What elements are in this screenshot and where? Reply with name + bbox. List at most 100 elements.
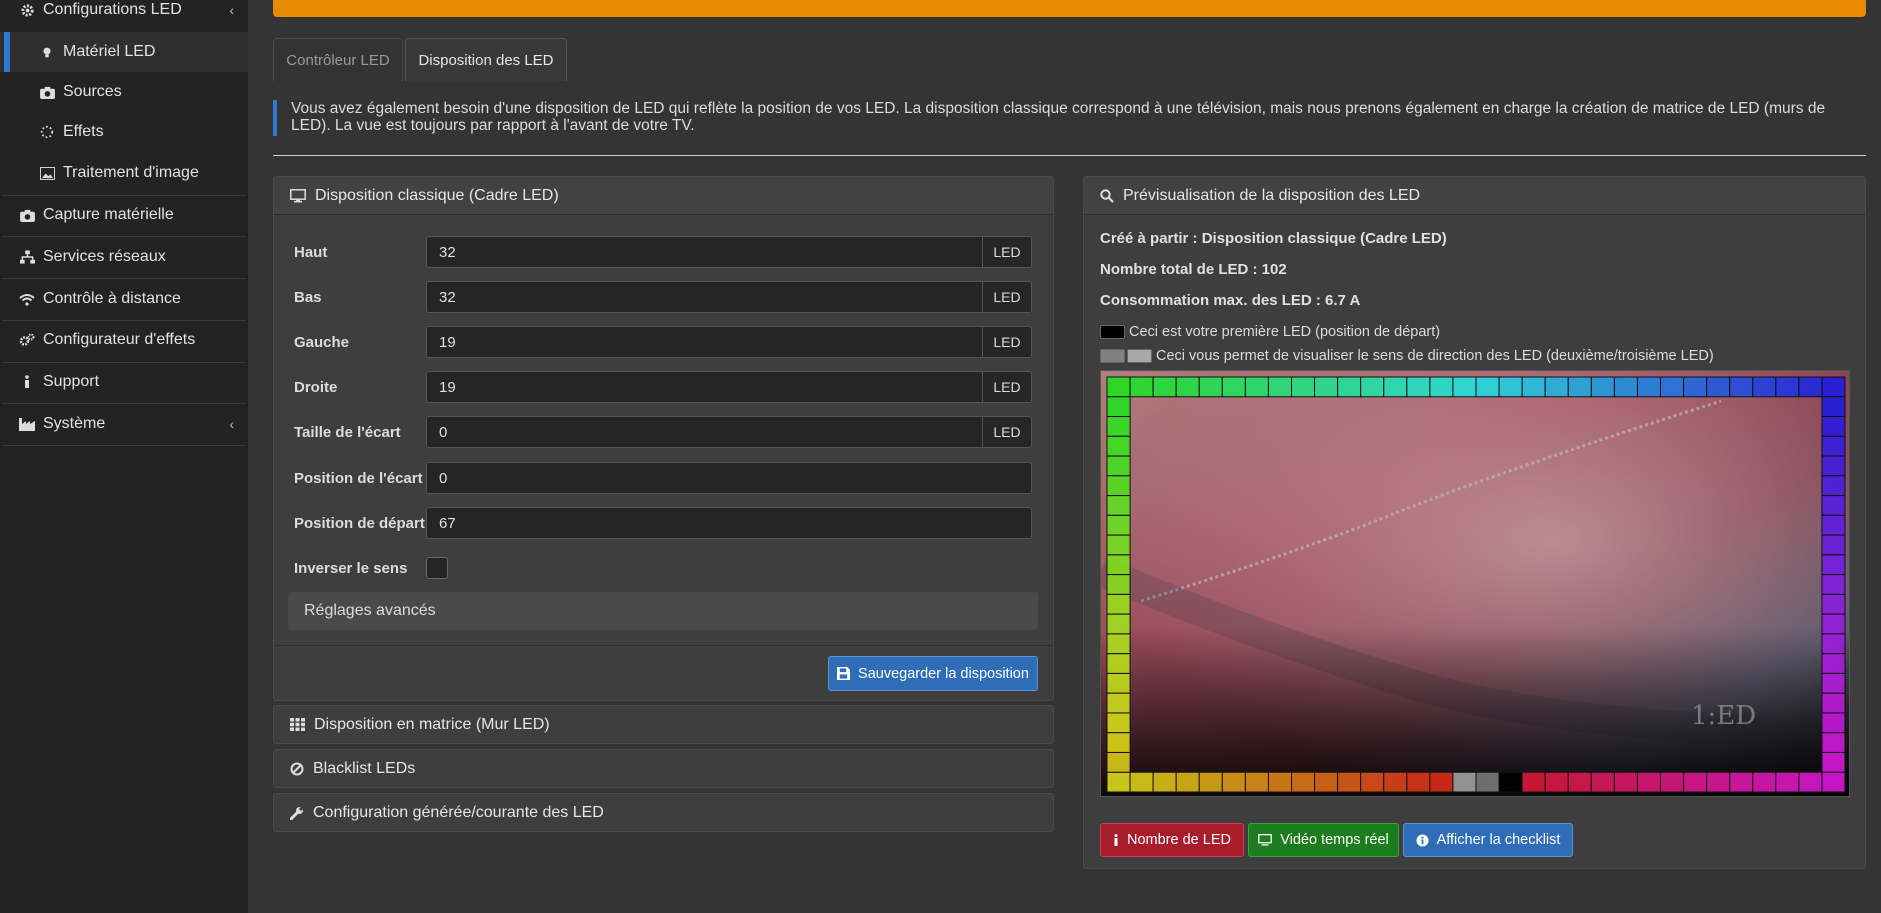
taille-ecart-input[interactable]: 0 <box>426 416 983 448</box>
field-position-depart: Position de départ 67 <box>294 507 1032 539</box>
led-cell <box>1521 376 1546 398</box>
advanced-settings-toggle[interactable]: Réglages avancés <box>288 592 1038 630</box>
led-cell <box>1660 771 1685 793</box>
position-depart-input[interactable]: 67 <box>426 507 1032 539</box>
field-taille-ecart: Taille de l'écart 0 LED <box>294 416 1032 448</box>
second-led-swatch <box>1100 349 1125 363</box>
sidebar-item-label: Contrôle à distance <box>43 290 181 307</box>
led-layout-preview: 1:ED <box>1100 370 1850 797</box>
lightbulb-icon <box>37 45 57 59</box>
classic-layout-header[interactable]: Disposition classique (Cadre LED) <box>274 177 1053 215</box>
led-count-button[interactable]: Nombre de LED <box>1100 823 1244 857</box>
led-cell <box>1337 376 1362 398</box>
sidebar-item-label: Matériel LED <box>63 43 156 60</box>
led-cell <box>1106 593 1131 615</box>
led-cell <box>1106 574 1131 595</box>
led-count-label: Nombre de LED <box>1127 832 1231 848</box>
sidebar-item-effets[interactable]: Effets <box>0 112 248 152</box>
sidebar-item-controle-distance[interactable]: Contrôle à distance <box>0 279 248 319</box>
led-cell <box>1821 633 1846 655</box>
led-cell <box>1244 376 1269 398</box>
section-title: Blacklist LEDs <box>313 759 416 777</box>
led-cell <box>1106 732 1131 753</box>
legend-direction: Ceci vous permet de visualiser le sens d… <box>1100 348 1714 364</box>
divider <box>273 155 1866 156</box>
led-cell <box>1821 435 1846 457</box>
led-cell <box>1106 475 1131 497</box>
field-position-ecart: Position de l'écart 0 <box>294 462 1032 494</box>
sidebar-item-materiel-led[interactable]: Matériel LED <box>0 32 248 72</box>
sidebar-item-label: Système <box>43 415 106 432</box>
camera-icon <box>17 209 37 222</box>
tab-controleur-led[interactable]: Contrôleur LED <box>273 38 403 81</box>
alert-banner <box>273 0 1866 17</box>
created-from-text: Créé à partir : Disposition classique (C… <box>1100 230 1447 247</box>
led-cell <box>1821 672 1846 694</box>
led-cell <box>1106 396 1131 418</box>
led-cell <box>1106 495 1131 516</box>
led-cell <box>1821 653 1846 674</box>
field-label: Inverser le sens <box>294 559 408 577</box>
matrix-layout-section[interactable]: Disposition en matrice (Mur LED) <box>273 705 1054 744</box>
tab-disposition-led[interactable]: Disposition des LED <box>405 38 567 81</box>
gear-icon <box>17 3 37 18</box>
led-cell <box>1613 376 1638 398</box>
led-cell <box>1821 534 1846 556</box>
led-cell <box>1383 771 1408 793</box>
show-checklist-label: Afficher la checklist <box>1436 832 1561 848</box>
led-cell <box>1821 593 1846 615</box>
sidebar-item-label: Effets <box>63 123 104 140</box>
sidebar-item-support[interactable]: Support <box>0 362 248 402</box>
led-cell <box>1567 376 1592 398</box>
info-circle-icon <box>1416 833 1429 847</box>
info-icon <box>17 375 37 389</box>
gauche-input[interactable]: 19 <box>426 326 983 358</box>
classic-layout-panel: Disposition classique (Cadre LED) Haut 3… <box>273 176 1054 701</box>
led-cell <box>1106 712 1131 734</box>
led-cell <box>1636 376 1661 398</box>
led-cell <box>1821 416 1846 437</box>
droite-input[interactable]: 19 <box>426 371 983 403</box>
blacklist-section[interactable]: Blacklist LEDs <box>273 749 1054 788</box>
info-icon <box>1113 834 1119 846</box>
sidebar-item-label: Support <box>43 373 100 390</box>
position-ecart-input[interactable]: 0 <box>426 462 1032 494</box>
max-consumption-text: Consommation max. des LED : 6.7 A <box>1100 292 1361 309</box>
generated-config-section[interactable]: Configuration générée/courante des LED <box>273 793 1054 832</box>
camera-icon <box>37 86 57 99</box>
led-cell <box>1337 771 1362 793</box>
sidebar-item-label: Configurateur d'effets <box>43 331 196 348</box>
led-cell <box>1106 455 1131 477</box>
realtime-video-button[interactable]: Vidéo temps réel <box>1248 823 1399 857</box>
sidebar-item-traitement-image[interactable]: Traitement d'image <box>0 153 248 193</box>
sidebar-item-configurateur-effets[interactable]: Configurateur d'effets <box>0 320 248 360</box>
led-cell <box>1798 771 1823 793</box>
sidebar-item-capture-materielle[interactable]: Capture matérielle <box>0 195 248 235</box>
unit-addon: LED <box>983 281 1032 313</box>
haut-input[interactable]: 32 <box>426 236 983 268</box>
sidebar-item-configurations-led[interactable]: Configurations LED ‹ <box>0 0 248 30</box>
led-cell <box>1198 376 1223 398</box>
led-cell <box>1175 376 1200 398</box>
led-cell <box>1314 376 1339 398</box>
show-checklist-button[interactable]: Afficher la checklist <box>1403 823 1573 857</box>
sidebar-item-systeme[interactable]: Système ‹ <box>0 404 248 444</box>
led-cell <box>1129 376 1154 398</box>
led-cell <box>1129 771 1154 793</box>
sidebar-item-sources[interactable]: Sources <box>0 72 248 112</box>
led-cell <box>1106 771 1131 793</box>
led-cell <box>1198 771 1223 793</box>
bas-input[interactable]: 32 <box>426 281 983 313</box>
led-cell <box>1106 613 1131 635</box>
sidebar-item-label: Configurations LED <box>43 1 182 18</box>
led-cell <box>1706 771 1731 793</box>
chevron-left-icon: ‹ <box>229 2 234 18</box>
field-haut: Haut 32 LED <box>294 236 1032 268</box>
sidebar-item-services-reseaux[interactable]: Services réseaux <box>0 237 248 277</box>
sidebar-item-label: Sources <box>63 83 122 100</box>
save-layout-button[interactable]: Sauvegarder la disposition <box>828 656 1038 691</box>
led-cell <box>1106 672 1131 694</box>
led-cell <box>1821 396 1846 418</box>
led-cell <box>1683 771 1708 793</box>
reverse-checkbox[interactable] <box>426 557 448 579</box>
